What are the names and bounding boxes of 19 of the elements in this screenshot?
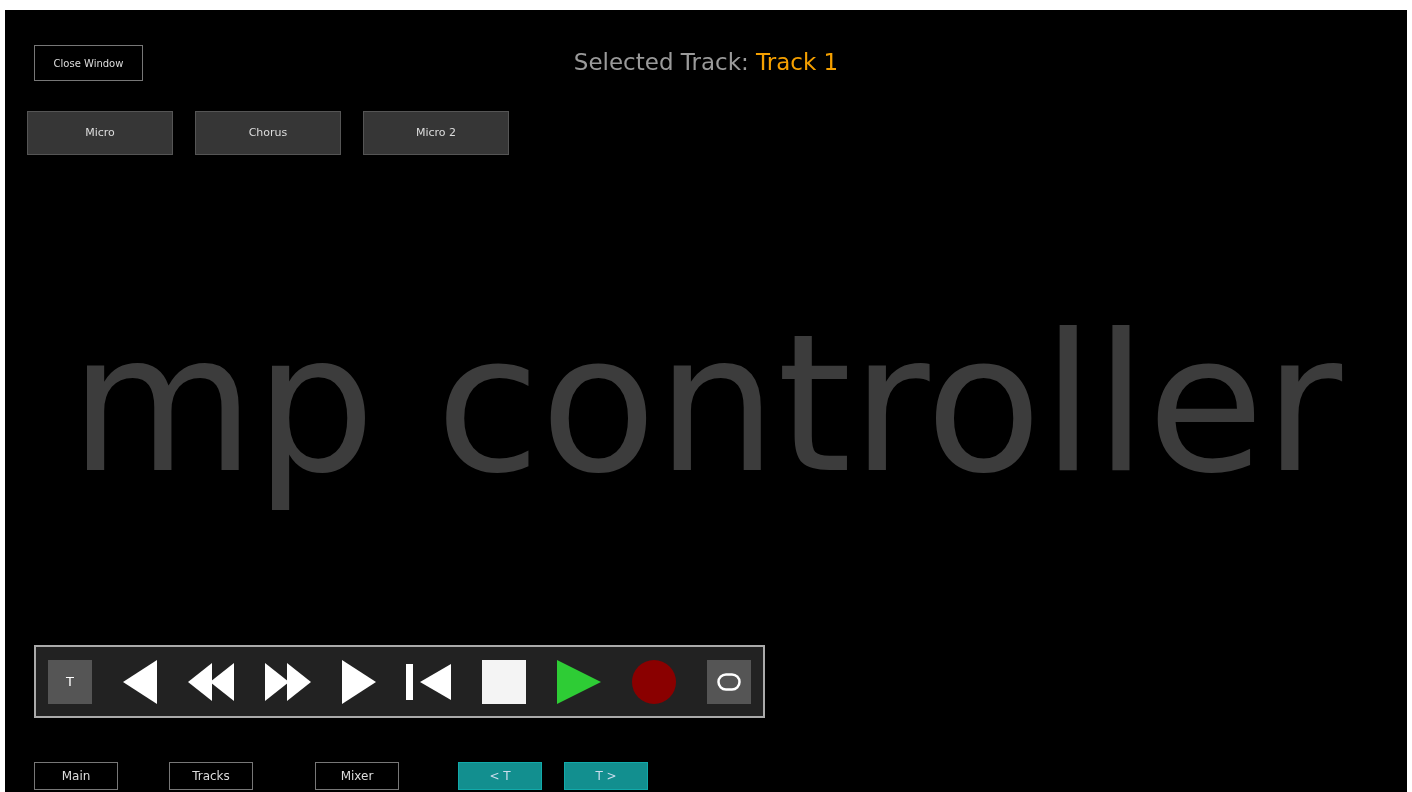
track-mode-button[interactable]: T [48,659,92,704]
close-window-button[interactable]: Close Window [34,45,143,81]
loop-icon [716,672,741,691]
logo-text: mp controller [69,293,1343,518]
stop-icon[interactable] [482,659,527,704]
previous-icon[interactable] [122,659,157,704]
next-icon[interactable] [341,659,376,704]
skip-to-start-icon[interactable] [406,663,452,700]
effect-button[interactable]: Micro [27,111,173,155]
selected-track-title: Selected Track: Track 1 [573,47,839,77]
loop-button[interactable] [706,659,751,704]
play-icon[interactable] [557,659,602,704]
effect-button[interactable]: Chorus [195,111,341,155]
fast-forward-icon[interactable] [264,662,311,701]
nav-button[interactable]: Tracks [169,762,253,790]
rewind-icon[interactable] [187,662,234,701]
effect-button[interactable]: Micro 2 [363,111,509,155]
nav-button[interactable]: Mixer [315,762,399,790]
nav-button[interactable]: Main [34,762,118,790]
